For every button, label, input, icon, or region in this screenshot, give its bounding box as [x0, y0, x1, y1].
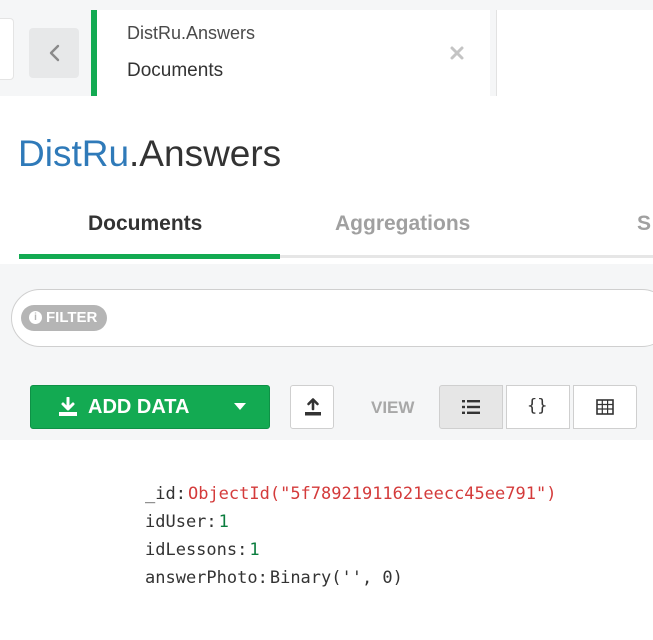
list-view-icon: [462, 400, 480, 414]
tab-strip-empty: [496, 10, 653, 96]
collection-tab[interactable]: DistRu.Answers Documents: [91, 10, 490, 96]
tab-subtitle: Documents: [127, 60, 224, 81]
info-icon: i: [29, 310, 42, 324]
close-icon[interactable]: [446, 42, 468, 64]
json-view-icon: {}: [527, 396, 548, 416]
json-view-button[interactable]: {}: [506, 385, 570, 429]
table-view-button[interactable]: [573, 385, 637, 429]
tab-schema[interactable]: S: [637, 212, 651, 236]
download-icon: [59, 397, 77, 416]
caret-down-icon[interactable]: [234, 403, 246, 411]
field-key: idUser: [145, 512, 207, 532]
filter-label-pill[interactable]: i FILTER: [21, 305, 108, 331]
export-button[interactable]: [290, 385, 334, 429]
query-toolbar-area: i FILTER ADD DATA VIEW {}: [0, 264, 653, 440]
list-view-button[interactable]: [439, 385, 503, 429]
document-field[interactable]: idUser: 1: [145, 511, 229, 533]
database-name[interactable]: DistRu: [18, 133, 129, 174]
field-key: idLessons: [145, 540, 238, 560]
chevron-left-icon: [49, 44, 60, 62]
filter-label: FILTER: [46, 309, 98, 326]
field-value: 1: [218, 512, 229, 532]
subtab-divider: [280, 255, 653, 258]
collection-name: .Answers: [129, 133, 282, 174]
document-field[interactable]: idLessons: 1: [145, 539, 260, 561]
add-data-label: ADD DATA: [88, 396, 190, 418]
field-key: _id: [145, 484, 176, 504]
field-value: Binary('', 0): [269, 568, 403, 588]
back-button[interactable]: [29, 28, 79, 78]
document-field[interactable]: _id: ObjectId("5f78921911621eecc45ee791"): [145, 483, 556, 505]
field-value: ObjectId("5f78921911621eecc45ee791"): [187, 484, 557, 504]
table-view-icon: [596, 399, 614, 415]
document-list: _id: ObjectId("5f78921911621eecc45ee791")…: [0, 440, 653, 640]
add-data-button[interactable]: ADD DATA: [30, 385, 270, 429]
active-tab-indicator: [19, 254, 280, 259]
tab-aggregations[interactable]: Aggregations: [335, 212, 470, 236]
field-value: 1: [249, 540, 260, 560]
filter-input[interactable]: i FILTER: [11, 289, 653, 347]
tab-strip: DistRu.Answers Documents: [0, 0, 653, 96]
collection-subtabs: Documents Aggregations S: [0, 198, 653, 264]
view-label: VIEW: [371, 398, 415, 417]
tab-documents[interactable]: Documents: [88, 212, 202, 236]
previous-tab-edge[interactable]: [0, 18, 14, 80]
page-title: DistRu.Answers: [18, 132, 281, 176]
upload-icon: [305, 398, 321, 416]
compass-documents-page: DistRu.Answers Documents DistRu.Answers …: [0, 0, 653, 640]
field-key: answerPhoto: [145, 568, 258, 588]
document-field[interactable]: answerPhoto: Binary('', 0): [145, 567, 403, 589]
tab-namespace: DistRu.Answers: [127, 23, 256, 43]
